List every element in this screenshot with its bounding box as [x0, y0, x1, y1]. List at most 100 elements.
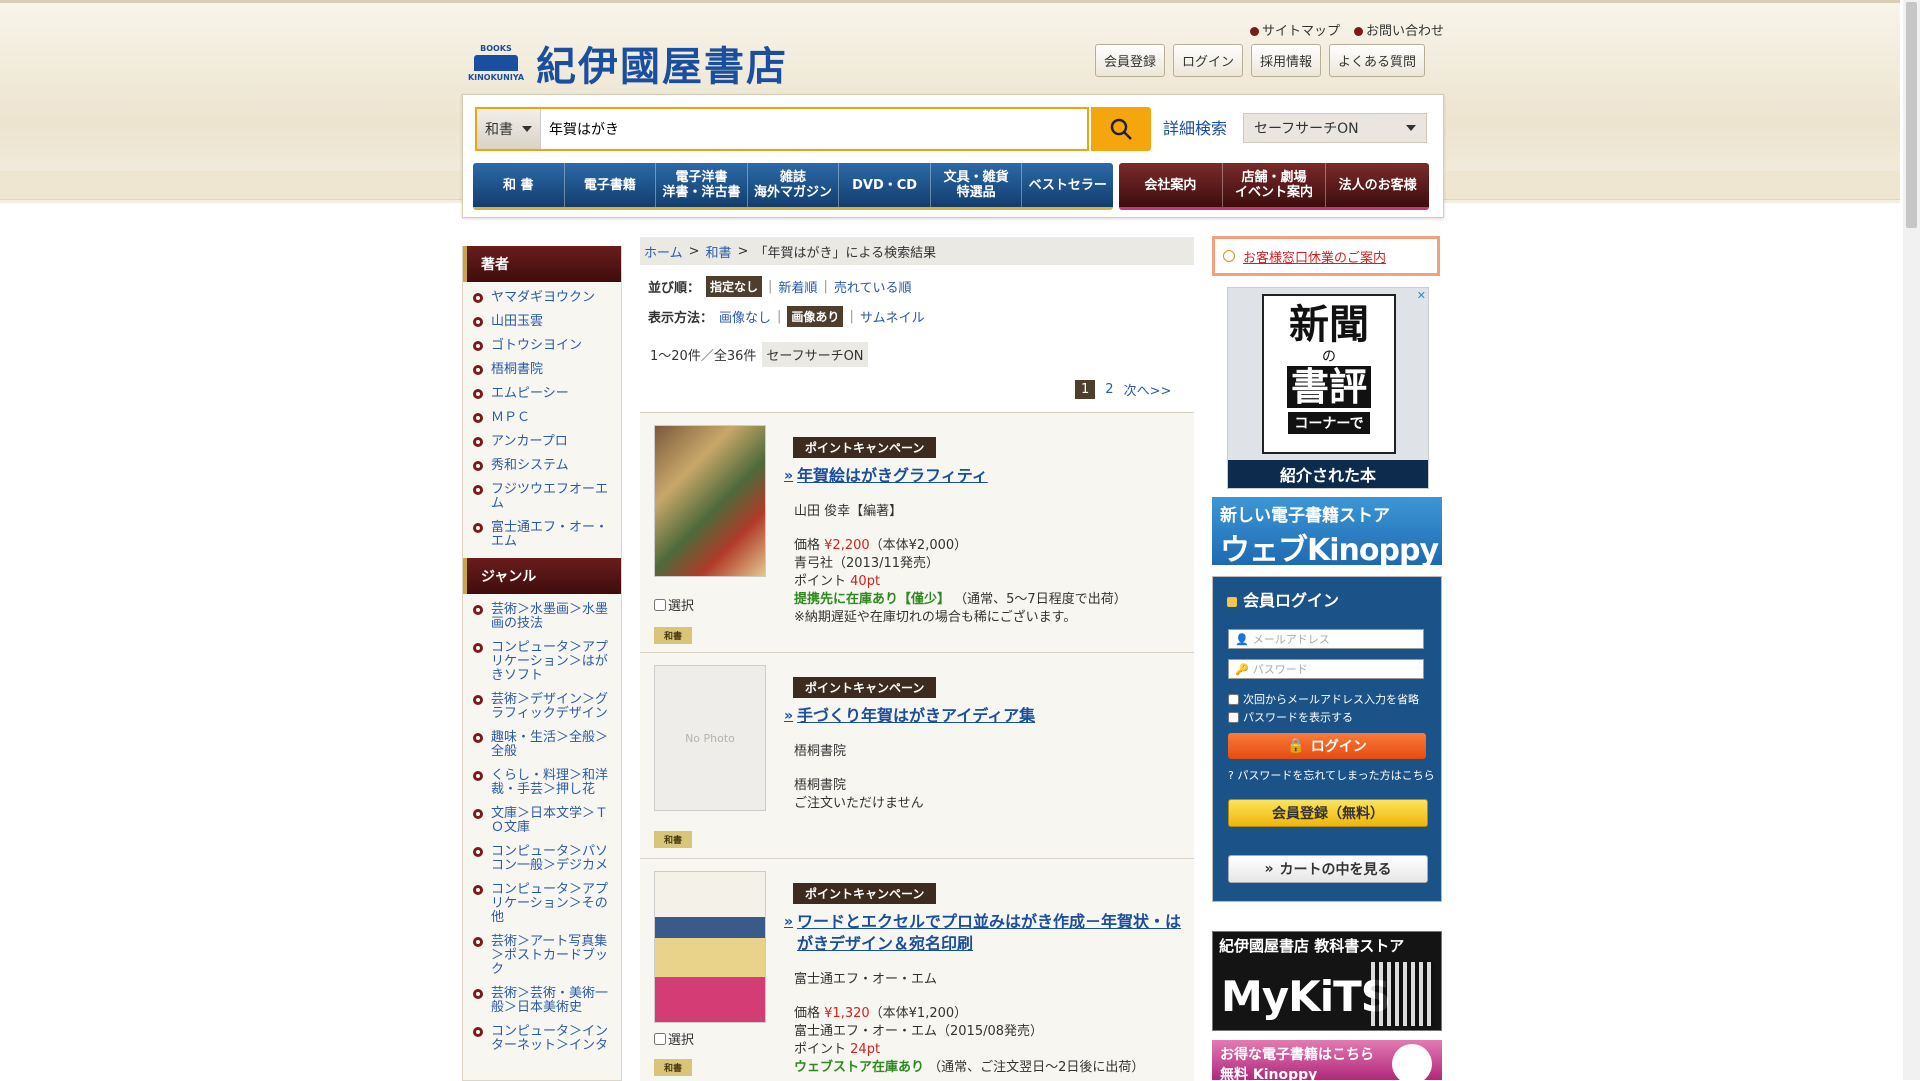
top-links: サイトマップ お問い合わせ: [1250, 20, 1444, 39]
facet-item[interactable]: ヤマダギヨウクン: [463, 286, 621, 310]
bullet-icon: [473, 937, 483, 947]
facet-item[interactable]: 山田玉雲: [463, 310, 621, 334]
checkbox[interactable]: [1228, 693, 1239, 705]
advanced-search-link[interactable]: 詳細検索: [1163, 115, 1227, 139]
result-title[interactable]: » ワードとエクセルでプロ並みはがき作成－年賀状・はがきデザイン＆宛名印刷: [784, 911, 1184, 955]
book-review-ad[interactable]: ✕ 新聞 の 書評 コーナーで 紹介された本: [1227, 287, 1429, 489]
search-input[interactable]: [541, 109, 1087, 149]
nav-bestseller[interactable]: ベストセラー: [1022, 163, 1113, 207]
faq-button[interactable]: よくある質問: [1329, 44, 1426, 77]
recruit-button[interactable]: 採用情報: [1251, 44, 1322, 77]
display-label: 表示方法：: [648, 311, 714, 326]
register-button[interactable]: 会員登録: [1095, 44, 1166, 77]
display-thumbnail[interactable]: サムネイル: [860, 307, 925, 326]
mykits-ad[interactable]: 紀伊國屋書店 教科書ストア MyKiTS: [1212, 931, 1442, 1031]
facet-item[interactable]: コンピュータ＞インターネット＞インタ: [463, 1020, 621, 1058]
nav-japanese-books[interactable]: 和 書: [473, 163, 565, 207]
facet-item[interactable]: 芸術＞芸術・美術一般＞日本美術史: [463, 982, 621, 1020]
book-cover[interactable]: [654, 425, 766, 577]
nav-ebooks[interactable]: 電子書籍: [565, 163, 657, 207]
book-cover[interactable]: [654, 871, 766, 1023]
facet-item[interactable]: くらし・料理＞和洋裁・手芸＞押し花: [463, 764, 621, 802]
nav-stores[interactable]: 店舗・劇場 イベント案内: [1223, 163, 1327, 207]
breadcrumb-sep: >: [737, 243, 749, 259]
bullet-icon: [1250, 27, 1259, 36]
show-password-checkbox[interactable]: パスワードを表示する: [1228, 709, 1353, 725]
category-select[interactable]: 和書: [477, 109, 541, 149]
notice-link[interactable]: お客様窓口休業のご案内: [1243, 247, 1386, 266]
sort-default[interactable]: 指定なし: [706, 276, 763, 297]
facet-item[interactable]: 秀和システム: [463, 454, 621, 478]
kinoppy-ad[interactable]: 新しい電子書籍ストア ウェブKinoppy: [1212, 497, 1442, 568]
password-field[interactable]: 🔑 パスワード: [1228, 659, 1424, 679]
select-checkbox[interactable]: 選択: [654, 595, 694, 614]
nav-corporate[interactable]: 法人のお客様: [1326, 163, 1429, 207]
facet-item[interactable]: 芸術＞デザイン＞グラフィックデザイン: [463, 688, 621, 726]
book-cover-placeholder[interactable]: No Photo: [654, 665, 766, 811]
logo-text: 紀伊國屋書店: [536, 43, 788, 90]
breadcrumb-home[interactable]: ホーム: [644, 242, 683, 261]
facet-item[interactable]: 趣味・生活＞全般＞全般: [463, 726, 621, 764]
nav-magazines[interactable]: 雑誌 海外マガジン: [748, 163, 840, 207]
facet-item[interactable]: アンカープロ: [463, 430, 621, 454]
page-link[interactable]: 2: [1105, 382, 1113, 397]
facet-item[interactable]: 芸術＞アート写真集＞ポストカードブック: [463, 930, 621, 982]
register-free-button[interactable]: 会員登録（無料）: [1228, 799, 1428, 827]
checkbox[interactable]: [1228, 711, 1239, 723]
display-with-image[interactable]: 画像あり: [787, 306, 844, 327]
display-no-image[interactable]: 画像なし: [719, 307, 771, 326]
book-icon: [474, 55, 518, 71]
facet-item[interactable]: エムピーシー: [463, 382, 621, 406]
sort-popular[interactable]: 売れている順: [834, 277, 912, 296]
result-title[interactable]: » 年賀絵はがきグラフィティ: [784, 465, 1184, 487]
facet-item[interactable]: 梧桐書院: [463, 358, 621, 382]
bullet-icon: [473, 485, 483, 495]
bullet-icon: [473, 1027, 483, 1037]
result-title[interactable]: » 手づくり年賀はがきアイディア集: [784, 705, 1184, 727]
result-item: 選択 和書 ポイントキャンペーン » ワードとエクセルでプロ並みはがき作成－年賀状…: [640, 858, 1194, 1081]
nav-company[interactable]: 会社案内: [1119, 163, 1223, 207]
facet-item[interactable]: 芸術＞水墨画＞水墨画の技法: [463, 598, 621, 636]
login-button[interactable]: ログイン: [1173, 44, 1244, 77]
facet-item[interactable]: ＭＰＣ: [463, 406, 621, 430]
logo-mark: BOOKS KINOKUNIYA: [468, 41, 524, 85]
facet-item[interactable]: フジツウエフオーエム: [463, 478, 621, 516]
safe-search-select[interactable]: セーフサーチON: [1243, 113, 1427, 143]
key-icon: 🔑: [1235, 662, 1249, 676]
remember-checkbox[interactable]: 次回からメールアドレス入力を省略: [1228, 691, 1419, 707]
view-cart-button[interactable]: » カートの中を見る: [1228, 855, 1428, 883]
facet-item[interactable]: ゴトウシヨイン: [463, 334, 621, 358]
ad-close-icon[interactable]: ✕: [1417, 289, 1426, 302]
facet-item[interactable]: 文庫＞日本文学＞ＴＯ文庫: [463, 802, 621, 840]
campaign-badge: ポイントキャンペーン: [793, 437, 937, 458]
nav-dvd-cd[interactable]: DVD・CD: [839, 163, 931, 207]
facet-item[interactable]: コンピュータ＞パソコン一般＞デジカメ: [463, 840, 621, 878]
facet-item[interactable]: 富士通エフ・オー・エム: [463, 516, 621, 554]
contact-link[interactable]: お問い合わせ: [1354, 20, 1444, 39]
email-field[interactable]: 👤 メールアドレス: [1228, 629, 1424, 649]
checkbox[interactable]: [654, 1032, 666, 1045]
search-button[interactable]: [1091, 107, 1151, 151]
select-checkbox[interactable]: 選択: [654, 1029, 694, 1048]
site-logo[interactable]: BOOKS KINOKUNIYA 紀伊國屋書店: [468, 34, 788, 92]
checkbox[interactable]: [654, 598, 666, 611]
breadcrumb: ホーム > 和書 > 「年賀はがき」による検索結果: [640, 237, 1194, 265]
nav-foreign-books[interactable]: 電子洋書 洋書・洋古書: [656, 163, 748, 207]
sitemap-link[interactable]: サイトマップ: [1250, 20, 1340, 39]
facet-item[interactable]: コンピュータ＞アプリケーション＞はがきソフト: [463, 636, 621, 688]
breadcrumb-current: 「年賀はがき」による検索結果: [754, 245, 937, 261]
category-tag: 和書: [654, 1059, 693, 1076]
ebook-promo-ad[interactable]: お得な電子書籍はこちら 無料 Kinoppy: [1212, 1040, 1442, 1080]
login-submit-button[interactable]: 🔒 ログイン: [1228, 733, 1426, 759]
sort-newest[interactable]: 新着順: [778, 277, 817, 296]
publisher: 青弓社（2013/11発売）: [794, 556, 940, 571]
nav-stationery[interactable]: 文具・雑貨 特選品: [931, 163, 1023, 207]
chevron-down-icon: [1406, 125, 1416, 131]
separator: |: [777, 309, 782, 324]
scrollbar-thumb[interactable]: [1906, 2, 1917, 228]
header-buttons: 会員登録 ログイン 採用情報 よくある質問: [1095, 44, 1426, 77]
facet-item[interactable]: コンピュータ＞アプリケーション＞その他: [463, 878, 621, 930]
next-page-link[interactable]: 次へ>>: [1124, 380, 1172, 399]
forgot-password-link[interactable]: ? パスワードを忘れてしまった方はこちら: [1228, 767, 1435, 783]
breadcrumb-category[interactable]: 和書: [706, 242, 732, 261]
